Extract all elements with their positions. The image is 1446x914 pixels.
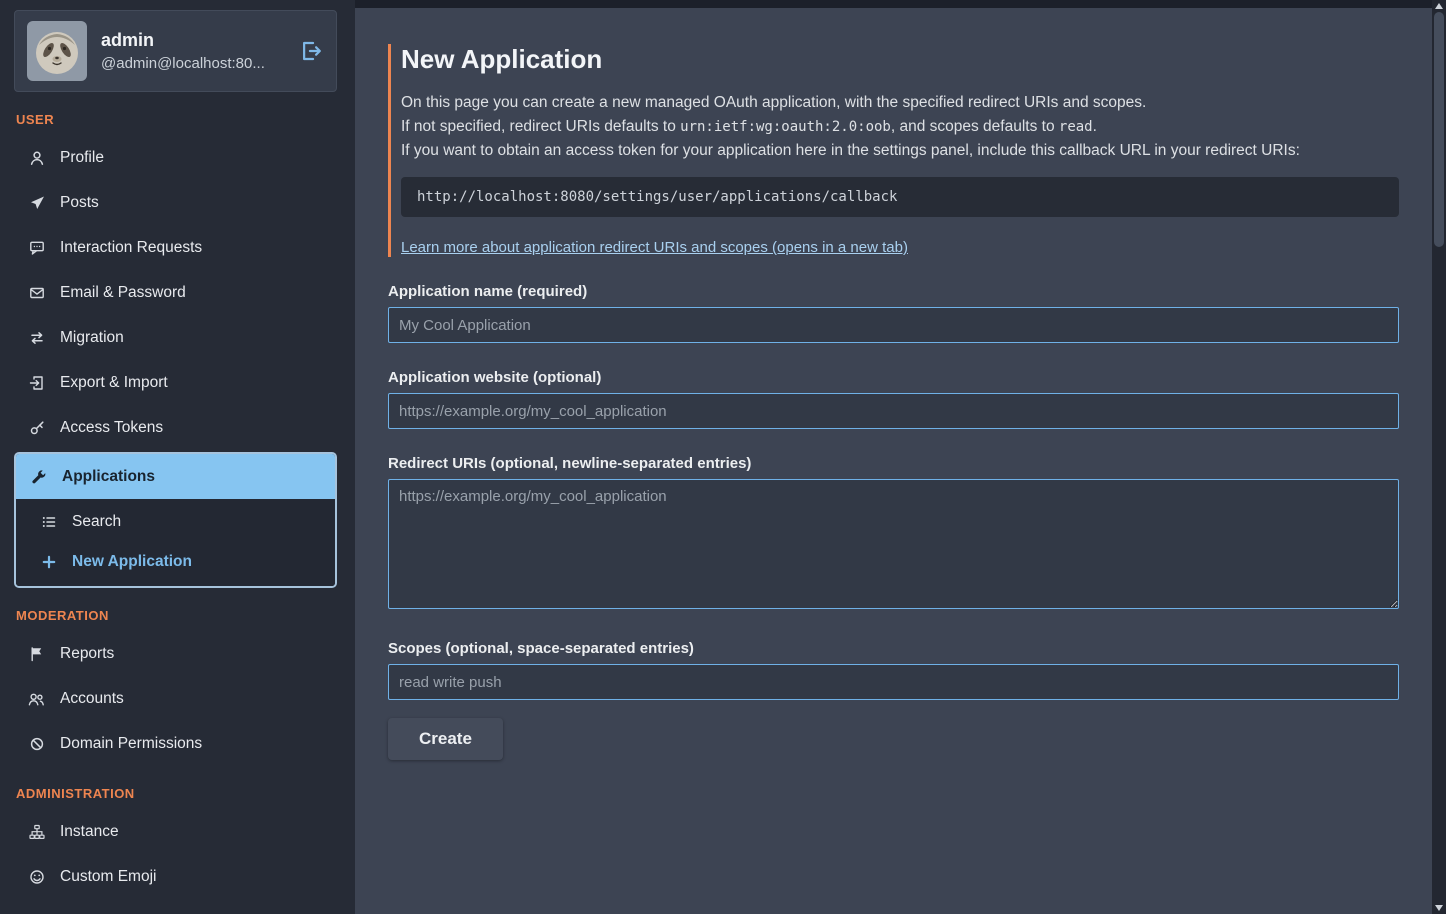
sidebar-item-profile[interactable]: Profile (14, 135, 337, 180)
sidebar: admin @admin@localhost:80... USER Profil… (0, 0, 355, 914)
key-icon (28, 420, 45, 436)
sidebar-item-label: Migration (60, 329, 124, 347)
form-group-scopes: Scopes (optional, space-separated entrie… (388, 640, 1399, 700)
inline-code-oob: urn:ietf:wg:oauth:2.0:oob (680, 119, 891, 135)
sidebar-item-reports[interactable]: Reports (14, 631, 337, 676)
smiley-icon (28, 869, 45, 885)
intro-line1: On this page you can create a new manage… (401, 94, 1146, 111)
envelope-icon (28, 285, 45, 301)
sidebar-item-applications[interactable]: Applications (16, 454, 335, 499)
avatar (27, 21, 87, 81)
scrollbar-track[interactable] (1434, 12, 1444, 902)
sidebar-item-label: Accounts (60, 690, 124, 708)
section-title-moderation: MODERATION (16, 608, 337, 623)
user-display-name: admin (101, 30, 284, 51)
applications-block: Applications Search (14, 452, 337, 588)
form-group-name: Application name (required) (388, 283, 1399, 343)
sidebar-item-access-tokens[interactable]: Access Tokens (14, 405, 337, 450)
application-website-label: Application website (optional) (388, 369, 1399, 386)
logout-icon[interactable] (298, 38, 324, 64)
sidebar-item-label: Export & Import (60, 374, 168, 392)
sidebar-item-label: Instance (60, 823, 119, 841)
sidebar-item-accounts[interactable]: Accounts (14, 676, 337, 721)
sidebar-item-instance[interactable]: Instance (14, 809, 337, 854)
callback-url-box: http://localhost:8080/settings/user/appl… (401, 177, 1399, 217)
scrollbar[interactable] (1432, 0, 1446, 914)
inline-code-read: read (1059, 119, 1093, 135)
scrollbar-up-arrow-icon[interactable] (1435, 3, 1443, 9)
sidebar-item-label: Access Tokens (60, 419, 163, 437)
scopes-label: Scopes (optional, space-separated entrie… (388, 640, 1399, 657)
paper-plane-icon (28, 195, 45, 211)
intro-line3: If you want to obtain an access token fo… (401, 142, 1300, 159)
intro-line2-mid: , and scopes defaults to (891, 118, 1059, 135)
user-card: admin @admin@localhost:80... (14, 10, 337, 92)
intro-line2-pre: If not specified, redirect URIs defaults… (401, 118, 680, 135)
sidebar-item-email-password[interactable]: Email & Password (14, 270, 337, 315)
sidebar-item-actions[interactable]: Actions (14, 899, 337, 914)
intro-block: New Application On this page you can cre… (388, 44, 1399, 257)
redirect-uris-label: Redirect URIs (optional, newline-separat… (388, 455, 1399, 472)
intro-paragraph: On this page you can create a new manage… (401, 91, 1399, 163)
scrollbar-thumb[interactable] (1434, 12, 1444, 247)
exchange-arrows-icon (28, 330, 45, 346)
sidebar-item-label: Email & Password (60, 284, 186, 302)
page-title: New Application (401, 44, 1399, 75)
applications-submenu: Search New Application (16, 499, 335, 586)
sidebar-item-label: Posts (60, 194, 99, 212)
scopes-input[interactable] (388, 664, 1399, 700)
form-group-website: Application website (optional) (388, 369, 1399, 429)
sidebar-item-label: New Application (72, 553, 192, 571)
sidebar-item-label: Applications (62, 468, 155, 486)
app-window: admin @admin@localhost:80... USER Profil… (0, 0, 1446, 914)
sidebar-item-posts[interactable]: Posts (14, 180, 337, 225)
ban-circle-icon (28, 736, 45, 752)
scrollbar-down-arrow-icon[interactable] (1435, 905, 1443, 911)
document-arrow-icon (28, 375, 45, 391)
sidebar-item-interaction-requests[interactable]: Interaction Requests (14, 225, 337, 270)
redirect-uris-textarea[interactable] (388, 479, 1399, 609)
wrench-icon (30, 469, 47, 485)
list-icon (40, 514, 57, 530)
application-name-input[interactable] (388, 307, 1399, 343)
new-application-panel: New Application On this page you can cre… (355, 8, 1432, 914)
sidebar-item-label: Profile (60, 149, 104, 167)
application-website-input[interactable] (388, 393, 1399, 429)
learn-more-link[interactable]: Learn more about application redirect UR… (401, 239, 908, 256)
plus-icon (40, 554, 57, 570)
create-button[interactable]: Create (388, 718, 503, 760)
user-meta: admin @admin@localhost:80... (101, 30, 284, 72)
main-wrap: New Application On this page you can cre… (355, 0, 1432, 914)
application-name-label: Application name (required) (388, 283, 1399, 300)
sidebar-item-new-application[interactable]: New Application (16, 542, 335, 582)
sidebar-item-label: Reports (60, 645, 114, 663)
people-icon (28, 691, 45, 707)
section-title-user: USER (16, 112, 337, 127)
sidebar-item-label: Domain Permissions (60, 735, 202, 753)
sidebar-item-migration[interactable]: Migration (14, 315, 337, 360)
sidebar-item-export-import[interactable]: Export & Import (14, 360, 337, 405)
flag-icon (28, 646, 45, 662)
sitemap-icon (28, 824, 45, 840)
new-application-form: Application name (required) Application … (388, 283, 1399, 760)
user-handle: @admin@localhost:80... (101, 55, 284, 72)
sidebar-item-applications-search[interactable]: Search (16, 502, 335, 542)
form-group-redirect-uris: Redirect URIs (optional, newline-separat… (388, 455, 1399, 614)
speech-bubble-icon (28, 240, 45, 256)
sidebar-item-custom-emoji[interactable]: Custom Emoji (14, 854, 337, 899)
intro-line2-end: . (1093, 118, 1097, 135)
profile-icon (28, 150, 45, 166)
section-title-administration: ADMINISTRATION (16, 786, 337, 801)
sidebar-item-label: Custom Emoji (60, 868, 156, 886)
sidebar-item-label: Search (72, 513, 121, 531)
sidebar-item-domain-permissions[interactable]: Domain Permissions (14, 721, 337, 766)
sidebar-item-label: Interaction Requests (60, 239, 202, 257)
